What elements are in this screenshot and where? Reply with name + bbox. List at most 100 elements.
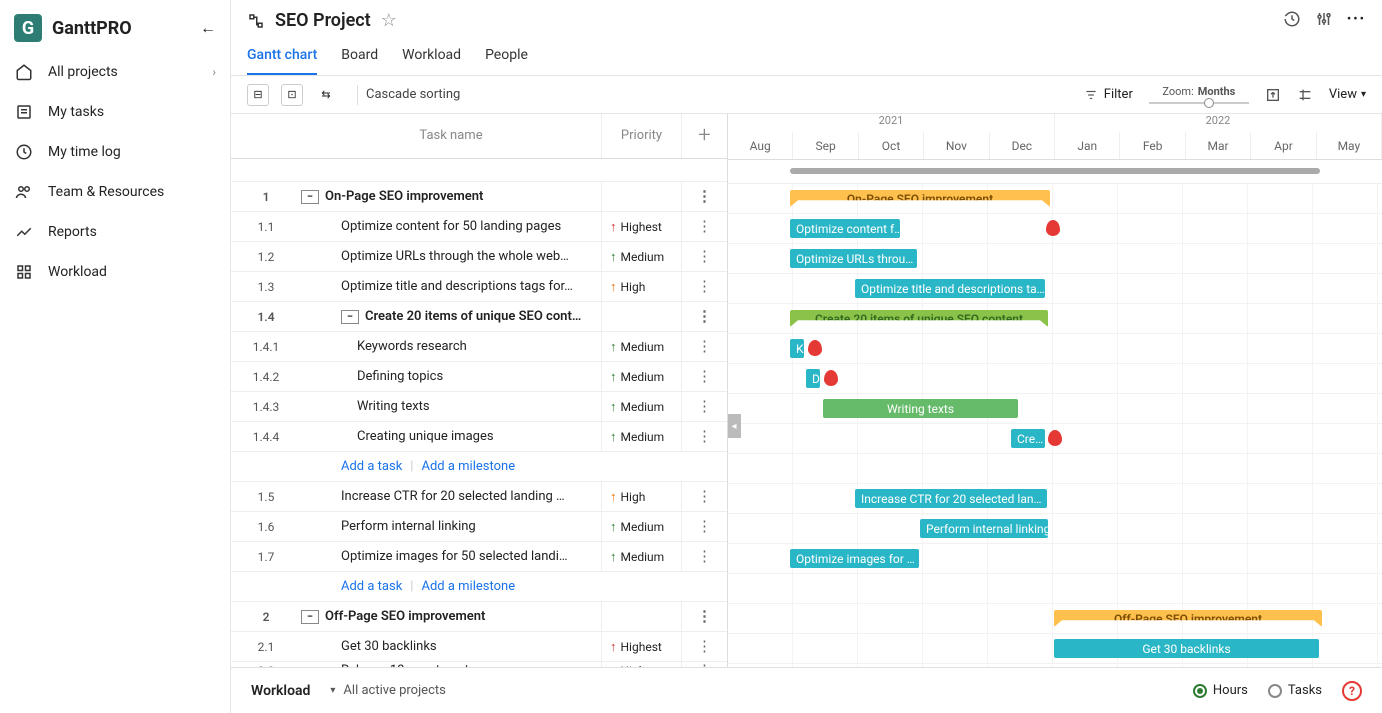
task-row[interactable]: 1.7Optimize images for 50 selected landi… (231, 542, 727, 572)
export-icon[interactable] (1265, 87, 1281, 103)
collapse-sidebar-icon[interactable]: ← (200, 18, 216, 38)
priority-cell[interactable]: ↑Medium (601, 392, 681, 421)
task-row[interactable]: 1.4.2Defining topics↑Medium⋮ (231, 362, 727, 392)
sort-tree-icon[interactable]: ⇆ (315, 84, 337, 106)
history-icon[interactable] (1283, 10, 1301, 28)
footer-project-dropdown[interactable]: ▾All active projects (330, 683, 445, 698)
row-menu-icon[interactable]: ⋮ (681, 272, 727, 301)
star-icon[interactable]: ☆ (381, 10, 397, 31)
task-row[interactable]: 2.1Get 30 backlinks↑Highest⋮ (231, 632, 727, 662)
add-task-link[interactable]: Add a task (341, 579, 402, 594)
priority-cell[interactable] (601, 602, 681, 631)
task-group-row[interactable]: 1.4−Create 20 items of unique SEO cont…⋮ (231, 302, 727, 332)
priority-cell[interactable]: ↑High (601, 482, 681, 511)
task-row[interactable]: 1.4.1Keywords research↑Medium⋮ (231, 332, 727, 362)
gantt-bar[interactable]: Writing texts (823, 399, 1018, 418)
row-menu-icon[interactable]: ⋮ (681, 332, 727, 361)
zoom-slider[interactable] (1149, 102, 1249, 104)
row-menu-icon[interactable]: ⋮ (681, 422, 727, 451)
gantt-bar[interactable]: Optimize images for … (790, 549, 919, 568)
priority-cell[interactable]: ↑High (601, 272, 681, 301)
cascade-sort-button[interactable]: Cascade sorting (366, 87, 460, 102)
timeline-scrollbar[interactable] (728, 160, 1382, 184)
priority-cell[interactable]: ↑Medium (601, 362, 681, 391)
priority-cell[interactable] (601, 182, 681, 211)
row-menu-icon[interactable]: ⋮ (681, 512, 727, 541)
settings-icon[interactable] (1315, 10, 1333, 28)
zoom-control[interactable]: Zoom: Months (1149, 85, 1249, 104)
row-menu-icon[interactable]: ⋮ (681, 302, 727, 331)
gantt-bar[interactable]: Off-Page SEO improvement (1054, 610, 1322, 627)
row-menu-icon[interactable]: ⋮ (681, 182, 727, 211)
nav-my-time-log[interactable]: My time log (0, 132, 230, 172)
row-menu-icon[interactable]: ⋮ (681, 542, 727, 571)
priority-cell[interactable] (601, 302, 681, 331)
more-icon[interactable]: ••• (1347, 12, 1366, 27)
collapse-icon[interactable]: − (301, 190, 319, 204)
add-task-link[interactable]: Add a task (341, 459, 402, 474)
collapse-icon[interactable]: − (301, 610, 319, 624)
task-row[interactable]: 1.6Perform internal linking↑Medium⋮ (231, 512, 727, 542)
row-menu-icon[interactable]: ⋮ (681, 212, 727, 241)
add-column-button[interactable]: + (681, 114, 727, 158)
priority-cell[interactable]: ↑High (601, 662, 681, 667)
nav-workload[interactable]: Workload (0, 252, 230, 292)
filter-button[interactable]: Filter (1084, 87, 1133, 102)
nav-my-tasks[interactable]: My tasks (0, 92, 230, 132)
radio-hours[interactable]: Hours (1193, 683, 1248, 698)
row-menu-icon[interactable]: ⋮ (681, 662, 727, 667)
priority-cell[interactable]: ↑Medium (601, 542, 681, 571)
task-row[interactable]: 2.2Release 10 guest posts↑High⋮ (231, 662, 727, 667)
row-menu-icon[interactable]: ⋮ (681, 602, 727, 631)
gantt-bar[interactable]: Increase CTR for 20 selected lan… (855, 489, 1047, 508)
task-group-row[interactable]: 1−On-Page SEO improvement⋮ (231, 182, 727, 212)
row-menu-icon[interactable]: ⋮ (681, 632, 727, 661)
add-milestone-link[interactable]: Add a milestone (421, 579, 515, 594)
gantt-bar[interactable]: D (806, 369, 820, 388)
priority-cell[interactable]: ↑Medium (601, 332, 681, 361)
task-row[interactable]: 1.4.4Creating unique images↑Medium⋮ (231, 422, 727, 452)
col-task-name[interactable]: Task name (301, 128, 601, 143)
row-menu-icon[interactable]: ⋮ (681, 242, 727, 271)
priority-cell[interactable]: ↑Highest (601, 212, 681, 241)
col-priority[interactable]: Priority (601, 114, 681, 158)
gantt-bar[interactable]: Optimize title and descriptions ta… (855, 279, 1045, 298)
gantt-bar[interactable]: Optimize content f… (790, 219, 900, 238)
task-row[interactable]: 1.4.3Writing texts↑Medium⋮ (231, 392, 727, 422)
task-row[interactable]: 1.2Optimize URLs through the whole web…↑… (231, 242, 727, 272)
expand-all-icon[interactable]: ⊡ (281, 84, 303, 106)
gantt-bar[interactable]: Create 20 items of unique SEO content (790, 310, 1048, 327)
task-row[interactable]: 1.3Optimize title and descriptions tags … (231, 272, 727, 302)
radio-tasks[interactable]: Tasks (1268, 683, 1322, 698)
tab-gantt[interactable]: Gantt chart (247, 41, 317, 75)
task-group-row[interactable]: 2−Off-Page SEO improvement⋮ (231, 602, 727, 632)
tab-people[interactable]: People (485, 41, 528, 75)
collapse-all-icon[interactable]: ⊟ (247, 84, 269, 106)
priority-cell[interactable]: ↑Highest (601, 632, 681, 661)
priority-cell[interactable]: ↑Medium (601, 242, 681, 271)
gantt-bar[interactable]: Get 30 backlinks (1054, 639, 1319, 658)
nav-reports[interactable]: Reports (0, 212, 230, 252)
row-menu-icon[interactable]: ⋮ (681, 392, 727, 421)
row-menu-icon[interactable]: ⋮ (681, 482, 727, 511)
help-icon[interactable]: ? (1342, 681, 1362, 701)
task-row[interactable]: 1.5Increase CTR for 20 selected landing … (231, 482, 727, 512)
gantt-bar[interactable]: On-Page SEO improvement (790, 190, 1050, 207)
tab-workload[interactable]: Workload (402, 41, 461, 75)
collapse-grid-icon[interactable]: ◂ (728, 414, 741, 438)
gantt-bar[interactable]: K (790, 339, 804, 358)
view-button[interactable]: View▾ (1329, 87, 1366, 102)
nav-team[interactable]: Team & Resources (0, 172, 230, 212)
priority-cell[interactable]: ↑Medium (601, 512, 681, 541)
add-milestone-link[interactable]: Add a milestone (421, 459, 515, 474)
gantt-bar[interactable]: Optimize URLs throu… (790, 249, 917, 268)
task-row[interactable]: 1.1Optimize content for 50 landing pages… (231, 212, 727, 242)
gantt-bar[interactable]: Perform internal linking (920, 519, 1048, 538)
collapse-icon[interactable]: − (341, 310, 359, 324)
nav-all-projects[interactable]: All projects › (0, 52, 230, 92)
tab-board[interactable]: Board (341, 41, 378, 75)
row-menu-icon[interactable]: ⋮ (681, 362, 727, 391)
priority-cell[interactable]: ↑Medium (601, 422, 681, 451)
baseline-icon[interactable] (1297, 87, 1313, 103)
gantt-bar[interactable]: Cre… (1011, 429, 1045, 448)
